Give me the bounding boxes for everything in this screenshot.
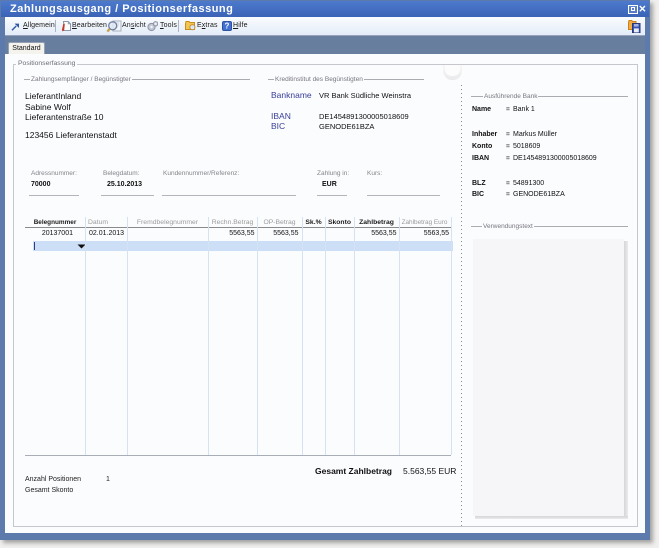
svg-text:?: ? <box>225 22 230 31</box>
